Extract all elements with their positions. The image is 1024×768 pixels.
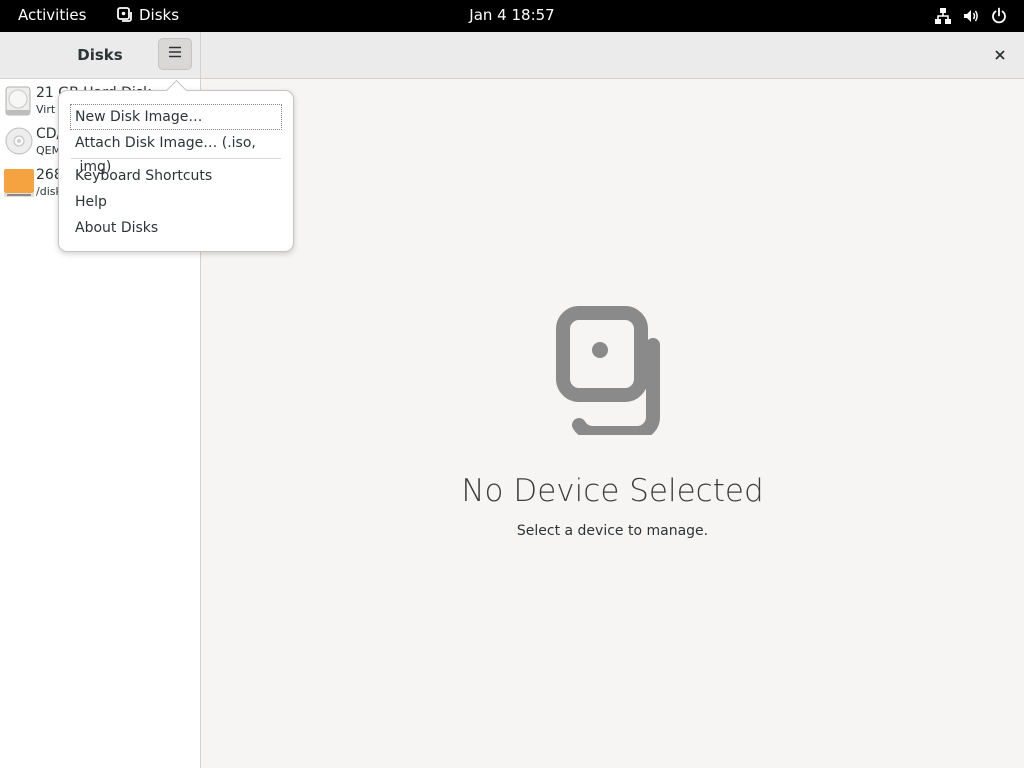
optical-disc-icon (4, 126, 34, 156)
app-menu[interactable]: Disks (117, 6, 179, 24)
menu-separator (71, 158, 281, 159)
top-bar: Activities Disks Jan 4 18:57 (0, 0, 1024, 32)
menu-item-about[interactable]: About Disks (71, 216, 281, 240)
system-tray[interactable] (934, 7, 1008, 25)
close-button[interactable] (988, 43, 1012, 67)
hard-disk-icon (4, 85, 34, 116)
activities-button[interactable]: Activities (18, 6, 86, 24)
loop-device-icon (4, 167, 34, 197)
close-icon (994, 46, 1006, 65)
device-subtitle: Virt (36, 103, 56, 116)
disks-app-icon (117, 7, 133, 23)
clock[interactable]: Jan 4 18:57 (469, 6, 554, 24)
empty-state-subtitle: Select a device to manage. (516, 523, 709, 539)
disks-empty-icon (555, 305, 669, 440)
window-title: Disks (77, 46, 123, 64)
sidebar-header: Disks (0, 32, 201, 78)
menu-item-attach-disk-image[interactable]: Attach Disk Image… (.iso, .img) (71, 131, 281, 175)
menu-item-keyboard-shortcuts[interactable]: Keyboard Shortcuts (71, 164, 281, 188)
main-content: No Device Selected Select a device to ma… (201, 79, 1024, 768)
empty-state-title: No Device Selected (461, 473, 764, 509)
network-icon[interactable] (934, 7, 952, 25)
main-menu-popover: New Disk Image… Attach Disk Image… (.iso… (58, 79, 294, 252)
main-menu-button[interactable] (158, 38, 192, 70)
hamburger-menu-icon (167, 44, 183, 64)
menu-item-new-disk-image[interactable]: New Disk Image… (70, 104, 282, 130)
power-icon[interactable] (990, 7, 1008, 25)
header-bar: Disks (0, 32, 1024, 79)
app-name: Disks (139, 6, 180, 24)
volume-icon[interactable] (962, 7, 980, 25)
menu-item-help[interactable]: Help (71, 190, 281, 214)
